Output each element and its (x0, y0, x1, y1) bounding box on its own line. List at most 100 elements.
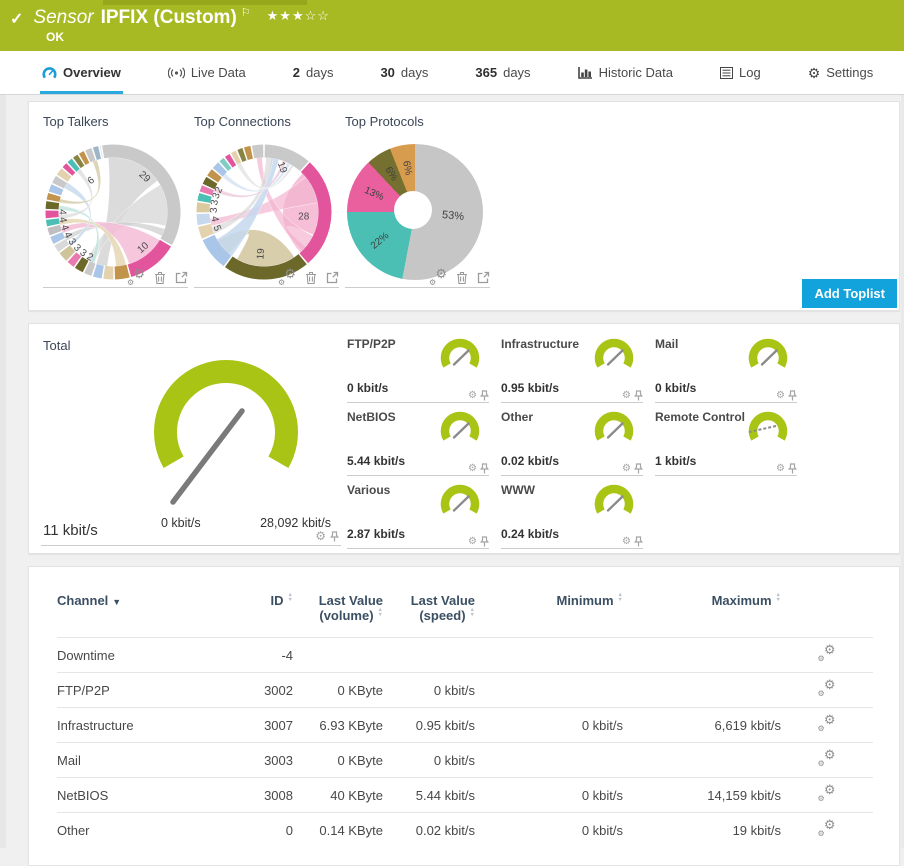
toplist-divider (345, 287, 490, 288)
gauge-settings-icon[interactable]: ⚙ (622, 463, 631, 474)
toplist-divider (194, 287, 339, 288)
pin-icon (634, 390, 643, 401)
toplist-top-protocols: Top Protocols 53% 22% 13% 6% 6% ⚙ ⚙ (345, 112, 496, 300)
add-toplist-button[interactable]: Add Toplist (802, 279, 897, 308)
column-header-actions[interactable] (781, 591, 873, 638)
cell-id: 3008 (235, 777, 293, 813)
status-badge: OK (46, 30, 64, 44)
gauge-settings-icon[interactable]: ⚙ (468, 463, 477, 474)
cell-volume (293, 637, 383, 673)
gauge-settings-icon[interactable]: ⚙ (468, 390, 477, 401)
tab-2-days[interactable]: 2 days (291, 51, 336, 94)
gauge-settings-icon[interactable]: ⚙ (776, 390, 785, 401)
gauge-pin-icon[interactable] (480, 390, 489, 401)
gauge-pin-icon[interactable] (788, 390, 797, 401)
mini-gauge-value: 0.02 kbit/s (501, 454, 560, 468)
tab-30-days[interactable]: 30 days (378, 51, 430, 94)
toplist-settings-icon: ⚙ ⚙ (817, 642, 836, 663)
gauge-settings-icon[interactable]: ⚙ (622, 390, 631, 401)
status-check-icon: ✓ (10, 11, 24, 28)
gauge-pin-icon[interactable] (634, 463, 643, 474)
external-link-icon (326, 271, 339, 284)
priority-stars[interactable]: ★★★☆☆ (267, 8, 330, 24)
cell-channel: NetBIOS (57, 777, 235, 813)
donut-hole (394, 191, 432, 229)
table-row: Mail 3003 0 KByte 0 kbit/s ⚙ ⚙ (57, 742, 873, 778)
mini-gauge-value: 0.24 kbit/s (501, 527, 560, 541)
gauge-pin-icon[interactable] (788, 463, 797, 474)
column-header-last-value-speed-[interactable]: Last Value (speed) ▲ ▼ (383, 591, 475, 638)
mini-gauge-remote-control: Remote Control 1 kbit/s ⚙ (655, 403, 797, 476)
tab-overview[interactable]: Overview (40, 51, 123, 94)
toplist-settings-icon: ⚙ ⚙ (817, 782, 836, 803)
toplist-settings-icon: ⚙ ⚙ (817, 712, 836, 733)
gauge-pin-icon[interactable] (330, 530, 339, 542)
channel-settings-button[interactable]: ⚙ ⚙ (781, 707, 873, 743)
settings-gear-icon: ⚙ (807, 64, 821, 81)
pin-icon (480, 536, 489, 547)
delete-icon (457, 271, 467, 284)
live-data-icon (167, 66, 185, 79)
tab-historic-data[interactable]: Historic Data (576, 51, 675, 94)
gauge-pin-icon[interactable] (634, 536, 643, 547)
cell-channel: Infrastructure (57, 707, 235, 743)
cell-speed: 5.44 kbit/s (383, 777, 475, 813)
tab-365-days[interactable]: 365 days (473, 51, 532, 94)
column-header-maximum[interactable]: Maximum ▲ ▼ (623, 591, 781, 638)
gauge-settings-icon[interactable]: ⚙ (776, 463, 785, 474)
tab-log[interactable]: Log (718, 51, 763, 94)
mini-gauge (748, 338, 788, 368)
toplist-settings-icon: ⚙ ⚙ (817, 677, 836, 698)
gauge-settings-icon[interactable]: ⚙ (315, 530, 326, 542)
gauge-pin-icon[interactable] (634, 390, 643, 401)
mini-gauge-value: 0 kbit/s (655, 381, 697, 395)
mini-gauge-label: NetBIOS (347, 410, 396, 424)
channel-settings-button[interactable]: ⚙ ⚙ (781, 777, 873, 813)
gauges-card: Total 0 kbit/s 28,092 kbit/s 11 kbit/s ⚙… (28, 323, 900, 554)
toplist-settings-icon: ⚙ ⚙ (817, 747, 836, 768)
flag-icon[interactable]: ⚐ (241, 6, 251, 19)
cell-min (475, 637, 623, 673)
sort-desc-icon: ▼ (112, 597, 122, 607)
cell-id: 3007 (235, 707, 293, 743)
gauge-settings-icon[interactable]: ⚙ (468, 536, 477, 547)
cell-speed: 0.02 kbit/s (383, 812, 475, 847)
column-header-channel[interactable]: Channel ▼ (57, 591, 235, 638)
gauge-pin-icon[interactable] (480, 463, 489, 474)
table-row: Infrastructure 3007 6.93 KByte 0.95 kbit/s 0… (57, 707, 873, 743)
toplist-settings-icon: ⚙ ⚙ (817, 817, 836, 838)
total-gauge (154, 360, 298, 505)
table-row: Downtime -4 ⚙ ⚙ (57, 637, 873, 673)
gauge-settings-icon[interactable]: ⚙ (622, 536, 631, 547)
sort-icon: ▲ ▼ (469, 607, 475, 618)
top-talkers-chord[interactable]: 2910623334444 (43, 142, 183, 282)
channel-settings-button[interactable]: ⚙ ⚙ (781, 637, 873, 673)
channel-settings-button[interactable]: ⚙ ⚙ (781, 812, 873, 847)
tab-live-data[interactable]: Live Data (166, 51, 248, 94)
mini-gauge (440, 338, 480, 368)
mini-gauge-label: Various (347, 483, 391, 497)
cell-max (623, 672, 781, 708)
column-header-id[interactable]: ID ▲ ▼ (235, 591, 293, 638)
column-header-last-value-volume-[interactable]: Last Value (volume) ▲ ▼ (293, 591, 383, 638)
tab-settings[interactable]: ⚙ Settings (806, 51, 876, 94)
pin-icon (788, 463, 797, 474)
channel-settings-button[interactable]: ⚙ ⚙ (781, 672, 873, 708)
mini-gauge-value: 1 kbit/s (655, 454, 697, 468)
toplists-card: Top Talkers 29 10 6 2 3 3 3 4 4 4 4 ⚙ ⚙ Top Connection… (28, 101, 900, 311)
tab-label: Live Data (190, 65, 246, 80)
gauge-pin-icon[interactable] (480, 536, 489, 547)
channel-settings-button[interactable]: ⚙ ⚙ (781, 742, 873, 778)
top-connections-chord[interactable]: 192819543332 (194, 142, 334, 282)
mini-gauge (748, 411, 788, 441)
cell-speed: 0.95 kbit/s (383, 707, 475, 743)
cell-max (623, 742, 781, 778)
cell-speed: 0 kbit/s (383, 742, 475, 778)
mini-gauge (594, 484, 634, 514)
historic-data-icon (577, 66, 592, 79)
mini-gauge-label: WWW (501, 483, 535, 497)
mini-gauge-www: WWW 0.24 kbit/s ⚙ (501, 476, 643, 549)
column-header-minimum[interactable]: Minimum ▲ ▼ (475, 591, 623, 638)
cell-min: 0 kbit/s (475, 707, 623, 743)
cell-min: 0 kbit/s (475, 812, 623, 847)
